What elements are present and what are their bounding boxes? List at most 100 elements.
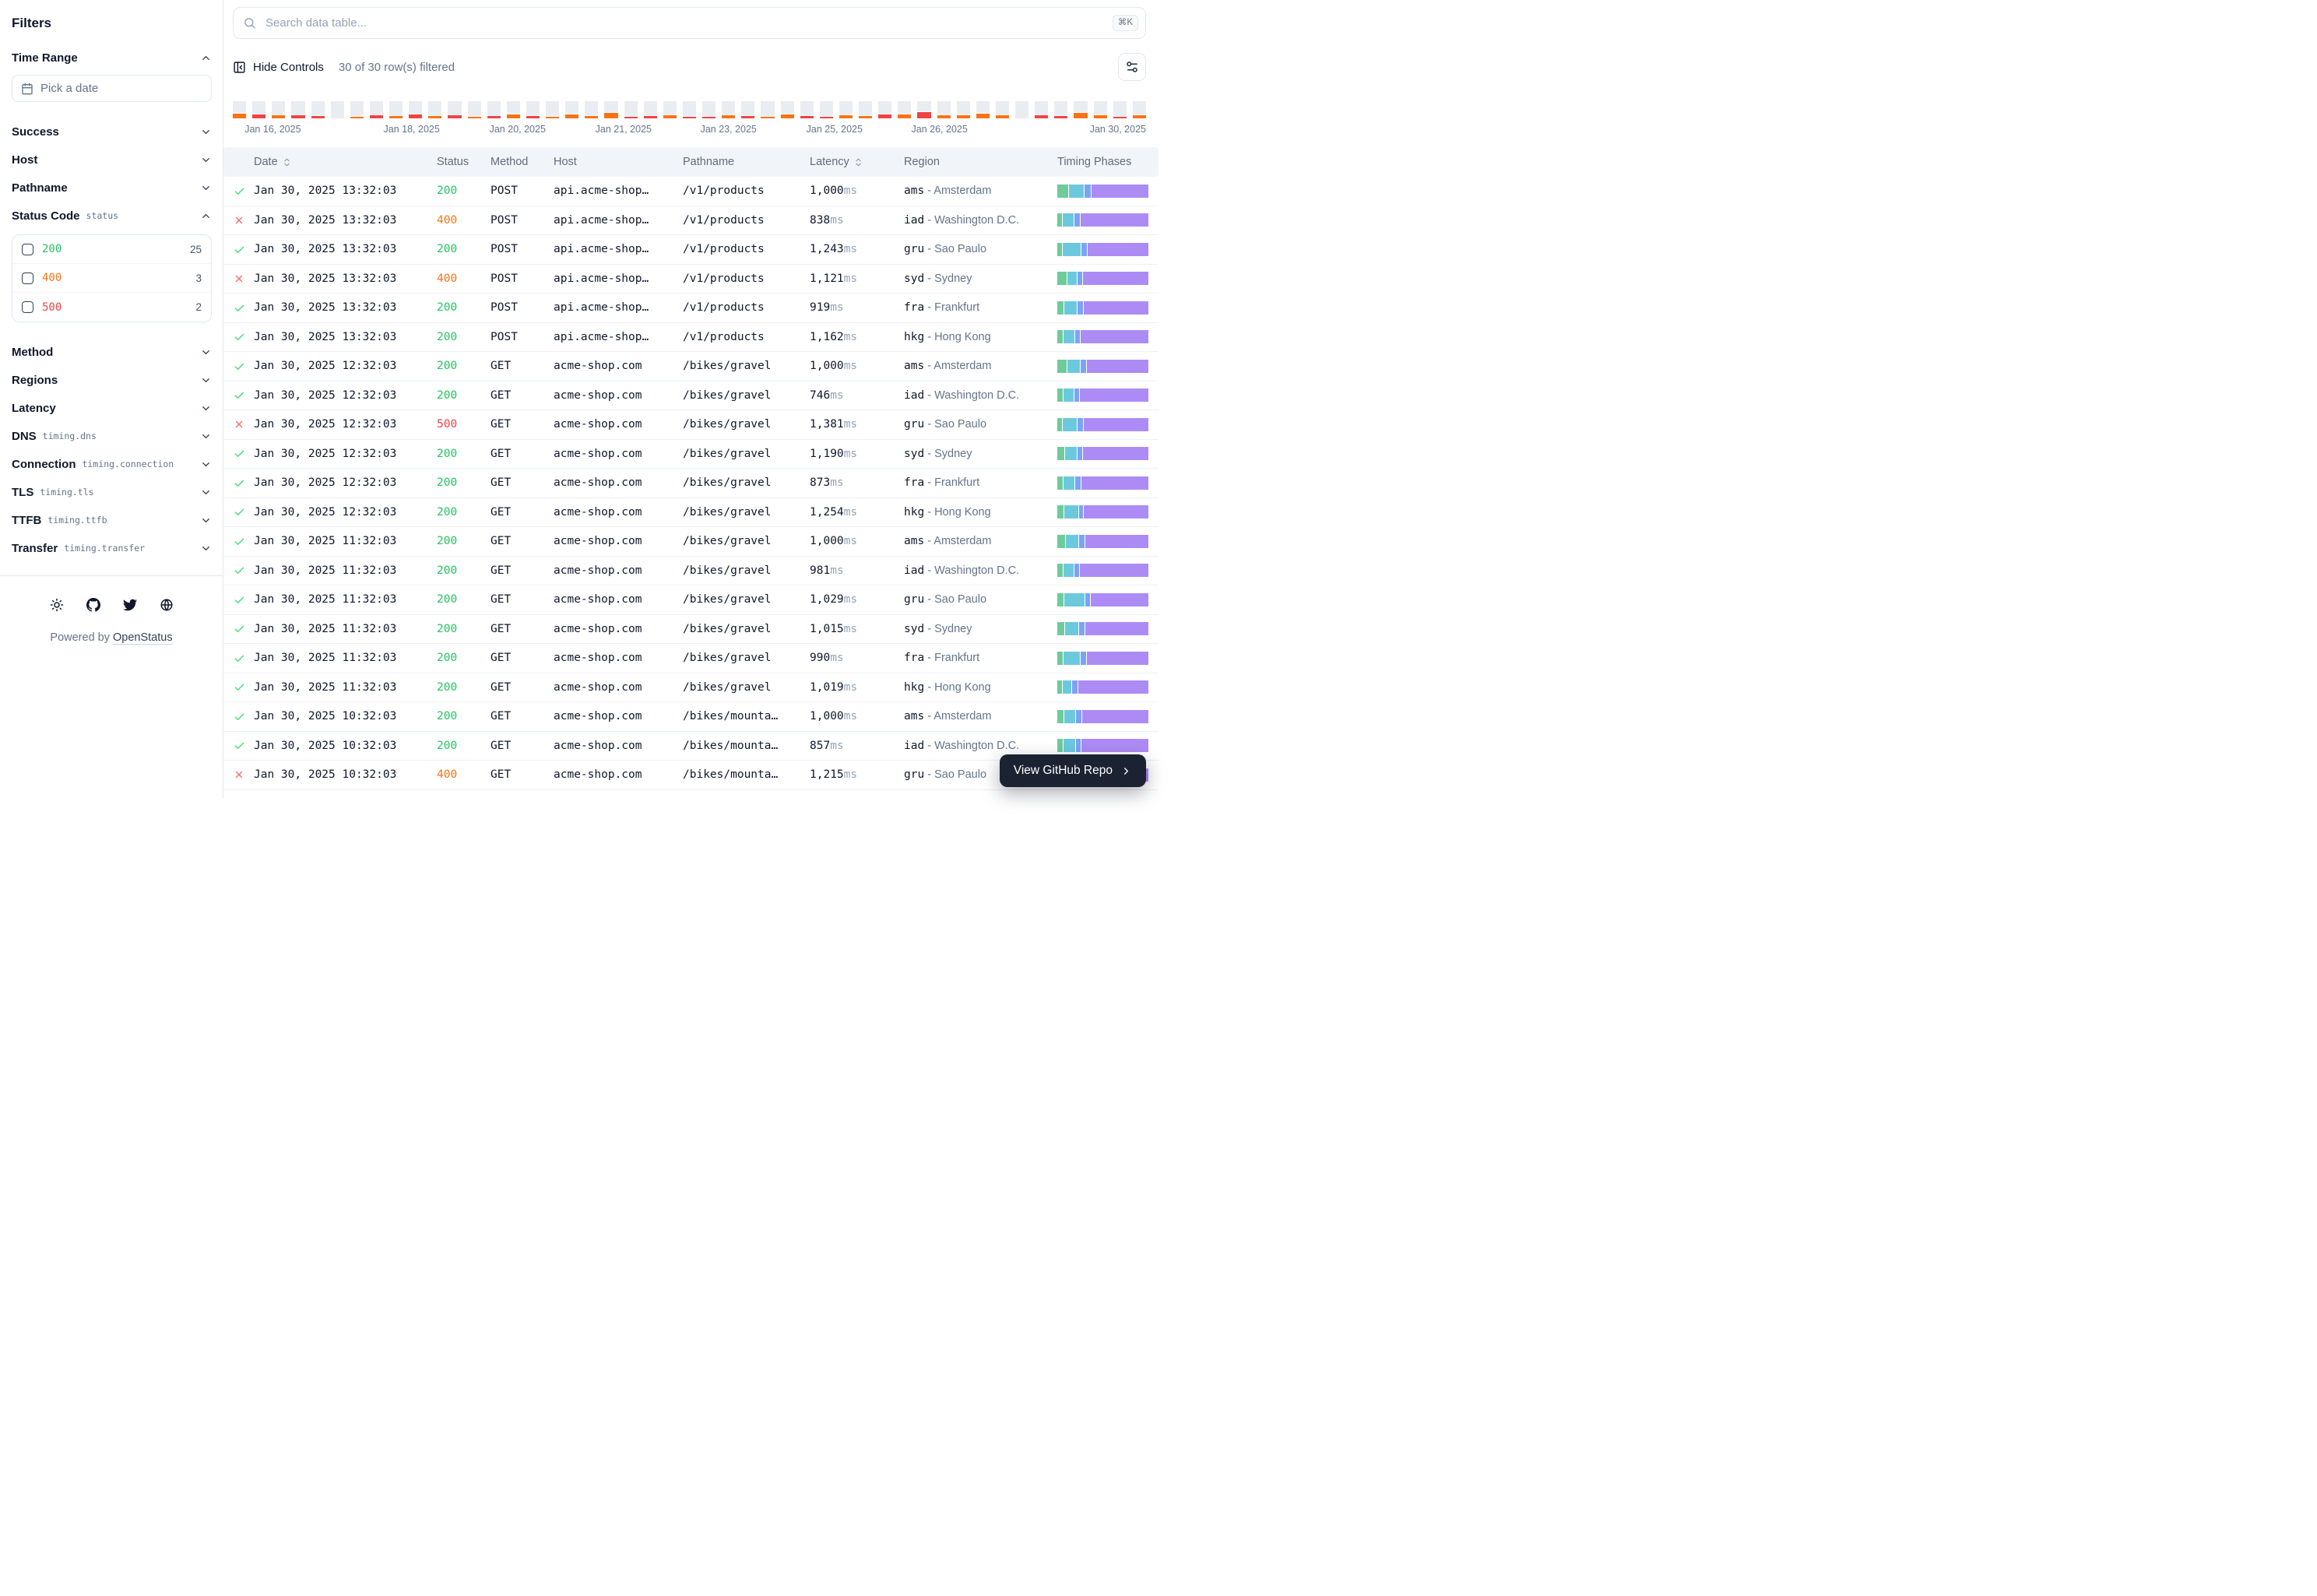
timing-segment [1083, 272, 1148, 285]
status-option-value: 500 [42, 301, 62, 314]
region-name: - Sydney [924, 623, 972, 635]
timing-phases-bar [1057, 243, 1148, 256]
sidebar-section-host[interactable]: Host [12, 146, 212, 174]
timeline-bar-error-segment [1094, 115, 1107, 118]
timeline-bar-track [1054, 101, 1067, 115]
timeline-bar-track [702, 101, 715, 116]
checkbox[interactable] [22, 301, 33, 313]
timeline-bar [350, 101, 364, 118]
sidebar-section-latency[interactable]: Latency [12, 394, 212, 422]
sidebar-section-ttfb[interactable]: TTFBtiming.ttfb [12, 506, 212, 534]
cell-pathname: /bikes/gravel [683, 476, 810, 489]
timeline-axis-label: Jan 20, 2025 [490, 124, 546, 135]
cell-method: GET [490, 360, 554, 372]
sidebar-section-regions[interactable]: Regions [12, 366, 212, 394]
timing-segment [1064, 476, 1074, 490]
timeline-bar-track [291, 101, 304, 114]
timeline-bar [331, 101, 344, 118]
sidebar-section-status-code[interactable]: Status Code status [12, 202, 212, 230]
search-input[interactable] [264, 16, 1105, 30]
cell-date: Jan 30, 2025 10:32:03 [254, 710, 437, 722]
sidebar-section-method[interactable]: Method [12, 338, 212, 366]
timeline-bar-error-segment [468, 117, 481, 118]
success-check-icon [223, 564, 254, 576]
status-option-200[interactable]: 20025 [12, 235, 211, 264]
table-row[interactable]: Jan 30, 2025 12:32:03200GETacme-shop.com… [223, 440, 1158, 469]
table-row[interactable]: Jan 30, 2025 13:32:03200POSTapi.acme-sho… [223, 177, 1158, 206]
sidebar-section-time-range[interactable]: Time Range [12, 44, 212, 72]
sun-icon[interactable] [50, 598, 64, 612]
github-icon[interactable] [86, 598, 100, 612]
column-header-date[interactable]: Date [254, 156, 437, 168]
table-row[interactable]: Jan 30, 2025 11:32:03200GETacme-shop.com… [223, 585, 1158, 615]
timeline-bar-error-segment [252, 114, 265, 118]
timeline-bar-track [663, 101, 677, 114]
timeline-bar [389, 101, 403, 118]
cell-timing-phases [1057, 680, 1149, 694]
hide-controls-label: Hide Controls [253, 61, 324, 74]
table-row[interactable]: Jan 30, 2025 11:32:03200GETacme-shop.com… [223, 557, 1158, 586]
checkbox[interactable] [22, 244, 33, 255]
status-option-500[interactable]: 5002 [12, 293, 211, 322]
region-name: - Amsterdam [924, 360, 991, 372]
cell-region: iad - Washington D.C. [904, 214, 1057, 227]
timeline-bar-error-segment [389, 116, 403, 118]
cell-method: GET [490, 681, 554, 694]
checkbox[interactable] [22, 272, 33, 284]
twitter-icon[interactable] [123, 598, 137, 612]
table-row[interactable]: Jan 30, 2025 12:32:03200GETacme-shop.com… [223, 352, 1158, 381]
timeline-bar-track [331, 101, 344, 118]
success-check-icon [223, 623, 254, 635]
latency-unit: ms [844, 506, 857, 519]
timing-segment [1063, 243, 1081, 256]
sidebar-section-tls[interactable]: TLStiming.tls [12, 478, 212, 506]
table-row[interactable]: Jan 30, 2025 11:32:03200GETacme-shop.com… [223, 644, 1158, 673]
hide-controls-button[interactable]: Hide Controls [233, 61, 324, 74]
date-picker-placeholder: Pick a date [40, 82, 98, 95]
timeline-axis-label: Jan 25, 2025 [807, 124, 863, 135]
chevron-up-icon [200, 210, 212, 222]
timeline-bar-track [878, 101, 891, 114]
timeline-bar [448, 101, 461, 118]
status-option-400[interactable]: 4003 [12, 264, 211, 293]
timing-segment [1084, 505, 1148, 519]
timing-segment [1085, 185, 1091, 198]
timing-segment [1057, 652, 1063, 665]
table-row[interactable]: Jan 30, 2025 12:32:03200GETacme-shop.com… [223, 469, 1158, 498]
region-name: - Sydney [924, 448, 972, 460]
table-row[interactable]: Jan 30, 2025 11:32:03200GETacme-shop.com… [223, 615, 1158, 645]
cell-date: Jan 30, 2025 12:32:03 [254, 360, 437, 372]
openstatus-link[interactable]: OpenStatus [113, 631, 173, 644]
cell-date: Jan 30, 2025 12:32:03 [254, 476, 437, 489]
globe-icon[interactable] [160, 598, 174, 612]
sidebar-section-success[interactable]: Success [12, 118, 212, 146]
view-settings-button[interactable] [1118, 53, 1146, 81]
timeline-chart[interactable]: Jan 16, 2025Jan 18, 2025Jan 20, 2025Jan … [233, 101, 1146, 136]
table-row[interactable]: Jan 30, 2025 13:32:03200POSTapi.acme-sho… [223, 323, 1158, 353]
timeline-bar [272, 101, 285, 118]
sidebar-section-dns[interactable]: DNStiming.dns [12, 422, 212, 450]
sidebar-section-transfer[interactable]: Transfertiming.transfer [12, 534, 212, 562]
table-row[interactable]: Jan 30, 2025 13:32:03400POSTapi.acme-sho… [223, 265, 1158, 294]
latency-value: 1,162 [810, 331, 844, 343]
timing-segment [1076, 710, 1081, 723]
view-github-repo-button[interactable]: View GitHub Repo [1000, 754, 1146, 787]
sidebar-section-pathname[interactable]: Pathname [12, 174, 212, 202]
table-row[interactable]: Jan 30, 2025 13:32:03200POSTapi.acme-sho… [223, 235, 1158, 265]
latency-unit: ms [830, 564, 843, 577]
sidebar-section-connection[interactable]: Connectiontiming.connection [12, 450, 212, 478]
date-picker-input[interactable]: Pick a date [12, 75, 212, 102]
table-row[interactable]: Jan 30, 2025 12:32:03200GETacme-shop.com… [223, 498, 1158, 528]
table-row[interactable]: Jan 30, 2025 12:32:03500GETacme-shop.com… [223, 410, 1158, 440]
error-x-icon [223, 419, 254, 430]
table-row[interactable]: Jan 30, 2025 10:32:03200GETacme-shop.com… [223, 702, 1158, 732]
column-header-latency[interactable]: Latency [810, 156, 904, 168]
cell-latency: 1,215ms [810, 768, 904, 781]
table-row[interactable]: Jan 30, 2025 11:32:03200GETacme-shop.com… [223, 673, 1158, 703]
table-row[interactable]: Jan 30, 2025 13:32:03200POSTapi.acme-sho… [223, 294, 1158, 323]
timeline-bar [859, 101, 872, 118]
table-row[interactable]: Jan 30, 2025 12:32:03200GETacme-shop.com… [223, 381, 1158, 411]
table-header: DateStatusMethodHostPathnameLatencyRegio… [223, 147, 1158, 177]
table-row[interactable]: Jan 30, 2025 11:32:03200GETacme-shop.com… [223, 527, 1158, 557]
table-row[interactable]: Jan 30, 2025 13:32:03400POSTapi.acme-sho… [223, 206, 1158, 236]
